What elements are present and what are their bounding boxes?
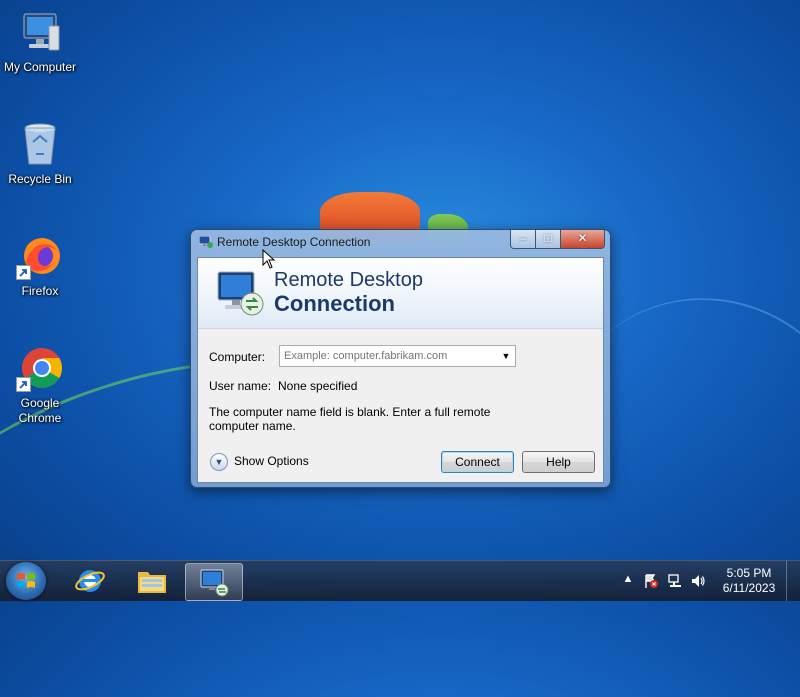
- maximize-icon: □: [544, 231, 552, 245]
- ie-icon: [74, 566, 106, 596]
- window-title: Remote Desktop Connection: [217, 235, 371, 249]
- close-button[interactable]: ✕: [560, 230, 605, 249]
- clock-time: 5:05 PM: [726, 566, 772, 580]
- taskbar-windows-explorer[interactable]: [124, 563, 180, 599]
- rdp-banner-icon: [216, 268, 266, 318]
- banner-title-line2: Connection: [274, 291, 395, 316]
- rdp-icon: [198, 567, 230, 597]
- username-label: User name:: [209, 379, 272, 393]
- desktop-icon-label: My Computer: [3, 60, 77, 74]
- shortcut-arrow-icon: [16, 265, 31, 280]
- dropdown-arrow-icon[interactable]: ▼: [497, 346, 515, 366]
- computer-input[interactable]: [280, 346, 496, 366]
- minimize-icon: –: [519, 231, 527, 245]
- desktop-icon-label: Firefox: [21, 284, 59, 298]
- chrome-icon: [16, 344, 64, 392]
- desktop-icon-google-chrome[interactable]: Google Chrome: [0, 344, 80, 426]
- show-desktop-button[interactable]: [786, 561, 800, 601]
- banner-title-line1: Remote Desktop: [274, 269, 423, 291]
- action-center-flag-icon[interactable]: [643, 573, 659, 589]
- system-clock[interactable]: 5:05 PM 6/11/2023: [716, 566, 782, 596]
- start-button[interactable]: [6, 562, 46, 600]
- volume-icon[interactable]: [690, 573, 706, 589]
- computer-icon: [16, 8, 64, 56]
- close-icon: ✕: [577, 231, 588, 245]
- minimize-button[interactable]: –: [510, 230, 536, 249]
- username-value: None specified: [278, 379, 358, 393]
- window-client-area: Remote Desktop Connection Computer: ▼ Us…: [197, 257, 604, 483]
- desktop-icon-label: Google Chrome: [18, 396, 62, 425]
- desktop-icon-recycle-bin[interactable]: Recycle Bin: [0, 120, 80, 187]
- taskbar-internet-explorer[interactable]: [62, 563, 118, 599]
- recycle-bin-icon: [16, 120, 64, 168]
- connect-button[interactable]: Connect: [441, 451, 514, 473]
- validation-message: The computer name field is blank. Enter …: [209, 405, 491, 433]
- banner: Remote Desktop Connection: [198, 258, 603, 329]
- help-button[interactable]: Help: [522, 451, 595, 473]
- rdp-window: Remote Desktop Connection – □ ✕ Remote D…: [190, 229, 611, 488]
- firefox-icon: [16, 232, 64, 280]
- expand-chevron-icon[interactable]: ▼: [210, 453, 228, 471]
- show-options-label[interactable]: Show Options: [234, 454, 309, 468]
- folder-icon: [136, 566, 168, 596]
- maximize-button[interactable]: □: [535, 230, 561, 249]
- taskbar-remote-desktop[interactable]: [185, 563, 243, 601]
- mouse-cursor-icon: [262, 248, 276, 269]
- window-titlebar[interactable]: Remote Desktop Connection – □ ✕: [191, 230, 610, 254]
- computer-combobox[interactable]: ▼: [279, 345, 516, 367]
- rdp-title-icon: [198, 235, 213, 248]
- desktop-icon-my-computer[interactable]: My Computer: [0, 8, 80, 75]
- desktop-icon-firefox[interactable]: Firefox: [0, 232, 80, 299]
- taskbar: ▲ 5:05 PM 6/11/2023: [0, 560, 800, 601]
- show-hidden-icons-arrow-icon[interactable]: ▲: [620, 573, 636, 589]
- windows-logo-icon: [17, 573, 35, 588]
- clock-date: 6/11/2023: [722, 581, 776, 595]
- computer-label: Computer:: [209, 350, 266, 364]
- network-icon[interactable]: [667, 573, 683, 589]
- shortcut-arrow-icon: [16, 377, 31, 392]
- desktop-icon-label: Recycle Bin: [8, 172, 72, 186]
